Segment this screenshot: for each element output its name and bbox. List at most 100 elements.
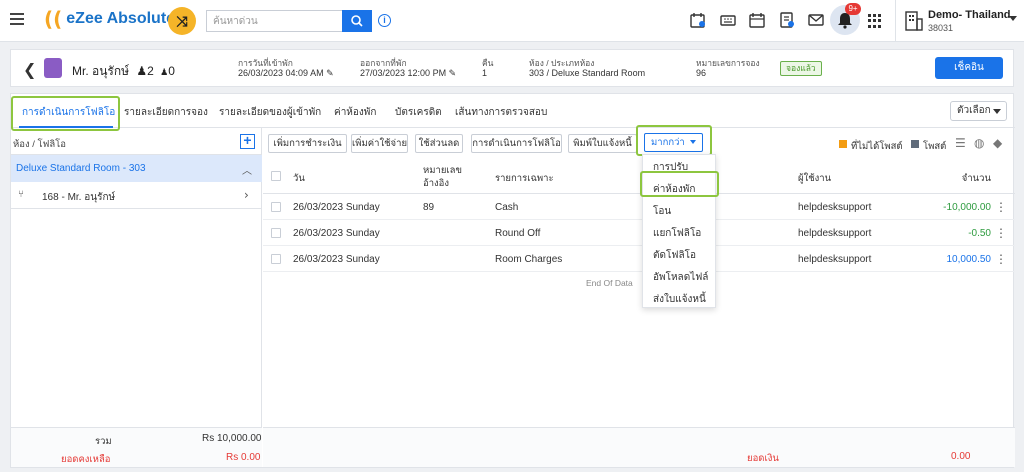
menu-item-transfer[interactable]: โอน	[653, 204, 671, 219]
column-ref-line2: อ้างอิง	[423, 178, 450, 189]
search-button[interactable]	[342, 10, 372, 32]
row-user: helpdesksupport	[798, 254, 872, 265]
row-checkbox[interactable]	[271, 254, 281, 264]
hotel-name: Demo- Thailand	[928, 9, 1011, 21]
menu-item-split-folio[interactable]: แยกโฟลิโอ	[653, 226, 701, 241]
booking-value: 96	[696, 68, 707, 78]
folio-item[interactable]: ⑂ 168 - Mr. อนุรักษ์ ›	[11, 182, 262, 209]
row-user: helpdesksupport	[798, 228, 872, 239]
hotel-switcher[interactable]: Demo- Thailand 38031	[895, 0, 1024, 42]
total-label: รวม	[95, 436, 112, 447]
row-user: helpdesksupport	[798, 202, 872, 213]
column-amount: จำนวน	[961, 173, 991, 184]
more-highlight-frame	[636, 125, 712, 156]
menu-item-cut-folio[interactable]: ตัดโฟลิโอ	[653, 248, 696, 263]
room-value: 303 / Deluxe Standard Room	[529, 68, 646, 78]
arrival-value[interactable]: 26/03/2023 04:09 AM ✎	[238, 68, 334, 79]
edit-icon[interactable]: ✎	[326, 68, 334, 78]
nights-value: 1	[482, 68, 488, 78]
notification-badge: 9+	[845, 3, 861, 15]
report-icon[interactable]	[779, 12, 795, 28]
row-menu-icon[interactable]: ⋮	[995, 252, 1007, 266]
chevron-up-icon[interactable]: ︿	[242, 162, 252, 177]
building-icon	[905, 11, 923, 31]
folio-operations-button[interactable]: การดำเนินการโฟลิโอ	[471, 134, 562, 153]
guest-avatar	[44, 58, 62, 78]
tab-audit-trail[interactable]: เส้นทางการตรวจสอบ	[455, 105, 547, 120]
select-all-checkbox[interactable]	[271, 171, 281, 181]
calendar-user-icon[interactable]	[690, 12, 706, 28]
checkin-button[interactable]: เช็คอิน	[935, 57, 1003, 79]
add-folio-icon[interactable]: +	[240, 133, 255, 149]
row-amount: -0.50	[968, 228, 991, 239]
calendar-icon[interactable]	[749, 12, 765, 28]
row-amount: -10,000.00	[943, 202, 991, 213]
tab-room-charges[interactable]: ค่าห้องพัก	[334, 105, 376, 120]
menu-item-send-invoice[interactable]: ส่งใบแจ้งหนี้	[653, 292, 706, 307]
back-icon[interactable]: ❮	[23, 60, 36, 79]
options-button[interactable]: ตัวเลือก	[950, 101, 1007, 121]
table-row[interactable]: 26/03/2023 Sunday 89 Cash helpdesksuppor…	[263, 194, 1015, 220]
total-value: Rs 10,000.00	[202, 433, 262, 444]
edit-icon[interactable]: ✎	[449, 68, 457, 78]
departure-value[interactable]: 27/03/2023 12:00 PM ✎	[360, 68, 456, 79]
info-icon[interactable]: i	[378, 14, 391, 27]
row-checkbox[interactable]	[271, 202, 281, 212]
column-user: ผู้ใช้งาน	[798, 173, 832, 184]
row-date: 26/03/2023 Sunday	[293, 254, 380, 265]
logo-text: eZee Absolute	[66, 10, 176, 27]
row-menu-icon[interactable]: ⋮	[995, 226, 1007, 240]
row-desc: Room Charges	[495, 254, 563, 265]
room-group-label: Deluxe Standard Room - 303	[16, 163, 146, 174]
row-amount: 10,000.50	[946, 254, 992, 265]
balance-label: ยอดคงเหลือ	[61, 454, 111, 465]
print-invoice-button[interactable]: พิมพ์ใบแจ้งหนี้	[568, 134, 637, 153]
top-bar: (( eZee Absolute ⤨ i 9+ Demo- Thailand 3…	[0, 0, 1024, 42]
chevron-right-icon[interactable]: ›	[244, 188, 249, 202]
tab-guest-details[interactable]: รายละเอียดของผู้เข้าพัก	[219, 105, 321, 120]
list-view-icon[interactable]: ☰	[955, 136, 966, 150]
tab-highlight-frame	[11, 96, 120, 131]
search-input[interactable]	[206, 10, 342, 32]
app-logo[interactable]: (( eZee Absolute	[44, 9, 175, 29]
folio-panel: การดำเนินการโฟลิโอ รายละเอียดการจอง รายล…	[10, 93, 1015, 468]
unposted-legend: ที่ไม่ได้โพสต์	[851, 141, 903, 152]
row-menu-icon[interactable]: ⋮	[995, 200, 1007, 214]
posted-legend: โพสต์	[923, 141, 947, 152]
room-group-item[interactable]: Deluxe Standard Room - 303 ︿	[11, 155, 262, 182]
logo-mark-icon: ((	[44, 7, 63, 31]
table-row[interactable]: 26/03/2023 Sunday Round Off helpdesksupp…	[263, 220, 1015, 246]
column-particulars: รายการเฉพาะ	[495, 173, 554, 184]
tab-bar: การดำเนินการโฟลิโอ รายละเอียดการจอง รายล…	[11, 94, 1015, 131]
search-icon	[351, 15, 363, 27]
discount-button[interactable]: ใช้ส่วนลด	[415, 134, 463, 153]
guest-name-text: Mr. อนุรักษ์	[72, 64, 130, 78]
options-label: ตัวเลือก	[957, 105, 991, 116]
row-date: 26/03/2023 Sunday	[293, 202, 380, 213]
chevron-down-icon	[993, 109, 1001, 114]
chevron-down-icon	[1009, 16, 1017, 21]
folio-list-header: ห้อง / โฟลิโอ +	[11, 128, 262, 155]
menu-item-upload-file[interactable]: อัพโหลดไฟล์	[653, 270, 708, 285]
status-badge: จองแล้ว	[780, 61, 822, 76]
departure-value-text: 27/03/2023 12:00 PM	[360, 68, 447, 78]
keyboard-icon[interactable]	[720, 12, 736, 28]
transactions-footer: ยอดเงิน 0.00	[263, 427, 1015, 467]
add-charge-button[interactable]: เพิ่มค่าใช้จ่าย	[351, 134, 408, 153]
tab-credit-card[interactable]: บัตรเครดิต	[395, 105, 442, 120]
menu-icon[interactable]	[10, 13, 24, 25]
table-row[interactable]: 26/03/2023 Sunday Room Charges helpdesks…	[263, 246, 1015, 272]
mail-icon[interactable]	[808, 12, 824, 28]
row-checkbox[interactable]	[271, 228, 281, 238]
shuffle-icon[interactable]: ⤨	[168, 7, 196, 35]
tab-booking-details[interactable]: รายละเอียดการจอง	[124, 105, 208, 120]
folio-item-label: 168 - Mr. อนุรักษ์	[42, 192, 116, 203]
layers-icon[interactable]: ◆	[993, 136, 1002, 150]
guest-name: Mr. อนุรักษ์ ♟2 ♟0	[72, 62, 175, 81]
adult-icon: ♟	[136, 64, 148, 78]
add-payment-button[interactable]: เพิ่มการชำระเงิน	[268, 134, 347, 153]
apps-grid-icon[interactable]	[868, 14, 882, 28]
hide-icon[interactable]: ◍	[974, 136, 984, 150]
row-desc: Cash	[495, 202, 519, 213]
end-of-data: End Of Data	[586, 278, 633, 288]
